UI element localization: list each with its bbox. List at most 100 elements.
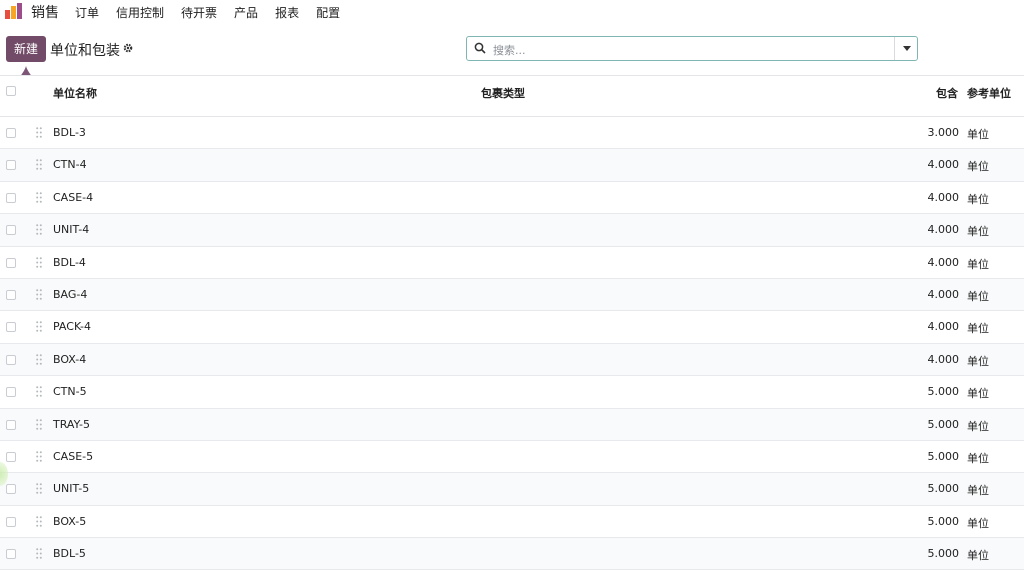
cell-contains: 4.000 [927, 287, 960, 301]
row-checkbox[interactable] [6, 192, 16, 203]
table-row[interactable]: BAG-4 4.000 单位 [0, 278, 1024, 312]
table-row[interactable]: BDL-5 5.000 单位 [0, 538, 1024, 571]
column-header-name[interactable]: 单位名称 [53, 85, 97, 101]
table-row[interactable]: BOX-5 5.000 单位 [0, 506, 1024, 539]
new-button[interactable]: 新建 [6, 36, 46, 62]
menu-item-credit-control[interactable]: 信用控制 [116, 4, 164, 21]
cell-reference-uom: 单位 [967, 160, 989, 174]
column-header-reference-uom[interactable]: 参考单位 [967, 85, 1011, 101]
table-row[interactable]: CTN-4 4.000 单位 [0, 149, 1024, 182]
cell-contains: 4.000 [927, 320, 960, 334]
cell-reference-uom: 单位 [967, 516, 989, 530]
cell-reference-uom: 单位 [967, 322, 989, 336]
cell-contains: 5.000 [927, 547, 960, 561]
uom-packaging-table: 单位名称 包裹类型 包含 参考单位 BDL-3 3.000 单位 CTN-4 4.000… [0, 75, 1024, 571]
main-menu: 订单 信用控制 待开票 产品 报表 配置 [75, 4, 357, 21]
row-checkbox[interactable] [6, 322, 16, 333]
cell-uom-name: CASE-4 [53, 190, 94, 204]
page-title: 单位和包装 [50, 43, 120, 59]
table-row[interactable]: CASE-4 4.000 单位 [0, 182, 1024, 215]
drag-handle-icon[interactable] [36, 418, 42, 430]
row-checkbox[interactable] [6, 451, 16, 462]
cell-contains: 5.000 [927, 449, 960, 463]
row-checkbox[interactable] [6, 387, 16, 398]
cell-reference-uom: 单位 [967, 549, 989, 563]
menu-item-to-invoice[interactable]: 待开票 [181, 4, 217, 21]
cell-uom-name: PACK-4 [53, 320, 91, 334]
cell-uom-name: CTN-4 [53, 158, 87, 172]
row-checkbox[interactable] [6, 419, 16, 430]
menu-item-configuration[interactable]: 配置 [316, 4, 340, 21]
table-row[interactable]: TRAY-5 5.000 单位 [0, 408, 1024, 441]
cell-reference-uom: 单位 [967, 257, 989, 271]
cell-uom-name: BAG-4 [53, 287, 88, 301]
drag-handle-icon[interactable] [36, 191, 42, 203]
menu-item-reporting[interactable]: 报表 [275, 4, 299, 21]
drag-handle-icon[interactable] [36, 386, 42, 397]
cell-contains: 5.000 [927, 417, 960, 431]
cell-reference-uom: 单位 [967, 451, 989, 465]
menu-item-orders[interactable]: 订单 [75, 4, 99, 21]
cell-reference-uom: 单位 [967, 484, 989, 498]
drag-handle-icon[interactable] [36, 321, 42, 333]
cell-uom-name: UNIT-4 [53, 223, 90, 237]
drag-handle-icon[interactable] [36, 548, 42, 559]
row-checkbox[interactable] [6, 160, 16, 171]
drag-handle-icon[interactable] [36, 483, 42, 495]
table-row[interactable]: BDL-3 3.000 单位 [0, 117, 1024, 150]
row-checkbox[interactable] [6, 225, 16, 236]
cell-uom-name: BOX-4 [53, 352, 87, 366]
cell-reference-uom: 单位 [967, 128, 989, 141]
menu-item-products[interactable]: 产品 [234, 4, 258, 21]
drag-handle-icon[interactable] [36, 353, 42, 365]
search-divider [894, 37, 895, 60]
drag-handle-icon[interactable] [36, 451, 42, 462]
row-checkbox[interactable] [6, 549, 16, 560]
cell-contains: 4.000 [927, 223, 960, 237]
row-checkbox[interactable] [6, 257, 16, 268]
table-row[interactable]: UNIT-5 5.000 单位 [0, 473, 1024, 506]
cell-reference-uom: 单位 [967, 387, 989, 401]
cell-contains: 4.000 [927, 352, 960, 366]
row-checkbox[interactable] [6, 128, 16, 138]
app-name[interactable]: 销售 [31, 2, 59, 22]
table-row[interactable]: BOX-4 4.000 单位 [0, 343, 1024, 377]
row-checkbox[interactable] [6, 516, 16, 527]
cell-uom-name: CASE-5 [53, 449, 94, 463]
cell-contains: 3.000 [927, 126, 960, 139]
search-input[interactable]: 搜索... [493, 42, 526, 58]
row-checkbox[interactable] [6, 484, 16, 495]
cell-reference-uom: 单位 [967, 225, 989, 239]
cell-uom-name: BOX-5 [53, 514, 87, 528]
drag-handle-icon[interactable] [36, 159, 42, 171]
cell-reference-uom: 单位 [967, 192, 989, 206]
sales-app-icon[interactable] [5, 3, 23, 19]
row-checkbox[interactable] [6, 289, 16, 300]
cell-contains: 5.000 [927, 514, 960, 528]
chevron-down-icon[interactable] [903, 46, 911, 51]
drag-handle-icon[interactable] [36, 289, 42, 300]
cell-reference-uom: 单位 [967, 354, 989, 368]
search-icon [474, 42, 486, 54]
column-header-package-type[interactable]: 包裹类型 [481, 85, 525, 101]
drag-handle-icon[interactable] [36, 127, 42, 138]
drag-handle-icon[interactable] [36, 515, 42, 527]
cell-reference-uom: 单位 [967, 289, 989, 303]
table-row[interactable]: PACK-4 4.000 单位 [0, 311, 1024, 344]
table-row[interactable]: CASE-5 5.000 单位 [0, 441, 1024, 474]
cell-uom-name: CTN-5 [53, 385, 87, 399]
cell-uom-name: BDL-4 [53, 255, 86, 269]
cell-uom-name: TRAY-5 [53, 417, 90, 431]
row-checkbox[interactable] [6, 354, 16, 365]
table-row[interactable]: CTN-5 5.000 单位 [0, 376, 1024, 409]
select-all-checkbox[interactable] [6, 86, 16, 96]
drag-handle-icon[interactable] [36, 224, 42, 235]
gear-icon[interactable] [123, 43, 133, 53]
search-bar[interactable]: 搜索... [466, 36, 918, 61]
drag-handle-icon[interactable] [36, 256, 42, 268]
table-row[interactable]: BDL-4 4.000 单位 [0, 247, 1024, 279]
table-row[interactable]: UNIT-4 4.000 单位 [0, 214, 1024, 247]
column-header-contains[interactable]: 包含 [936, 85, 958, 101]
table-header: 单位名称 包裹类型 包含 参考单位 [0, 75, 1024, 117]
cell-contains: 5.000 [927, 482, 960, 496]
